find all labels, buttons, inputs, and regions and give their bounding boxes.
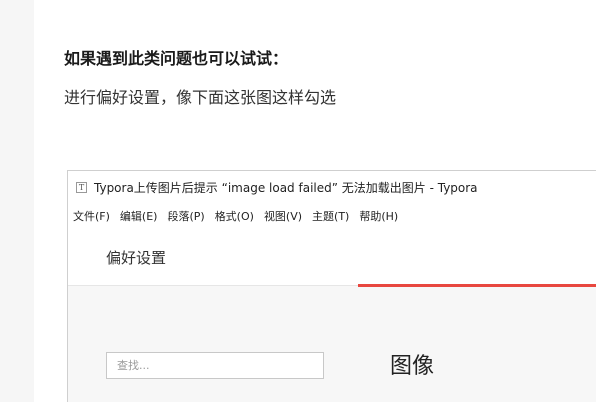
window-titlebar: T Typora上传图片后提示 “image load failed” 无法加载… — [68, 171, 596, 203]
menu-file[interactable]: 文件(F) — [73, 208, 110, 224]
menu-paragraph[interactable]: 段落(P) — [167, 208, 204, 224]
preferences-title: 偏好设置 — [106, 249, 167, 267]
image-section-title: 图像 — [390, 354, 435, 379]
preferences-body: 图像 — [68, 286, 596, 402]
menu-format[interactable]: 格式(O) — [215, 208, 254, 224]
article-heading: 如果遇到此类问题也可以试试： — [64, 49, 289, 68]
menu-view[interactable]: 视图(V) — [264, 208, 302, 224]
typora-app-icon: T — [76, 181, 87, 193]
menu-help[interactable]: 帮助(H) — [359, 208, 398, 224]
article-body-text: 进行偏好设置，像下面这张图这样勾选 — [64, 88, 337, 107]
section-accent-line — [358, 284, 596, 287]
menu-theme[interactable]: 主题(T) — [312, 208, 349, 224]
menu-edit[interactable]: 编辑(E) — [120, 208, 158, 224]
article-page: 如果遇到此类问题也可以试试： 进行偏好设置，像下面这张图这样勾选 T Typor… — [34, 0, 596, 402]
window-title: Typora上传图片后提示 “image load failed” 无法加载出图… — [94, 180, 478, 195]
preferences-header: 偏好设置 — [68, 229, 596, 286]
preferences-search-input[interactable] — [106, 352, 324, 379]
embedded-screenshot: T Typora上传图片后提示 “image load failed” 无法加载… — [67, 170, 596, 402]
menu-bar: 文件(F) 编辑(E) 段落(P) 格式(O) 视图(V) 主题(T) 帮助(H… — [68, 205, 401, 227]
